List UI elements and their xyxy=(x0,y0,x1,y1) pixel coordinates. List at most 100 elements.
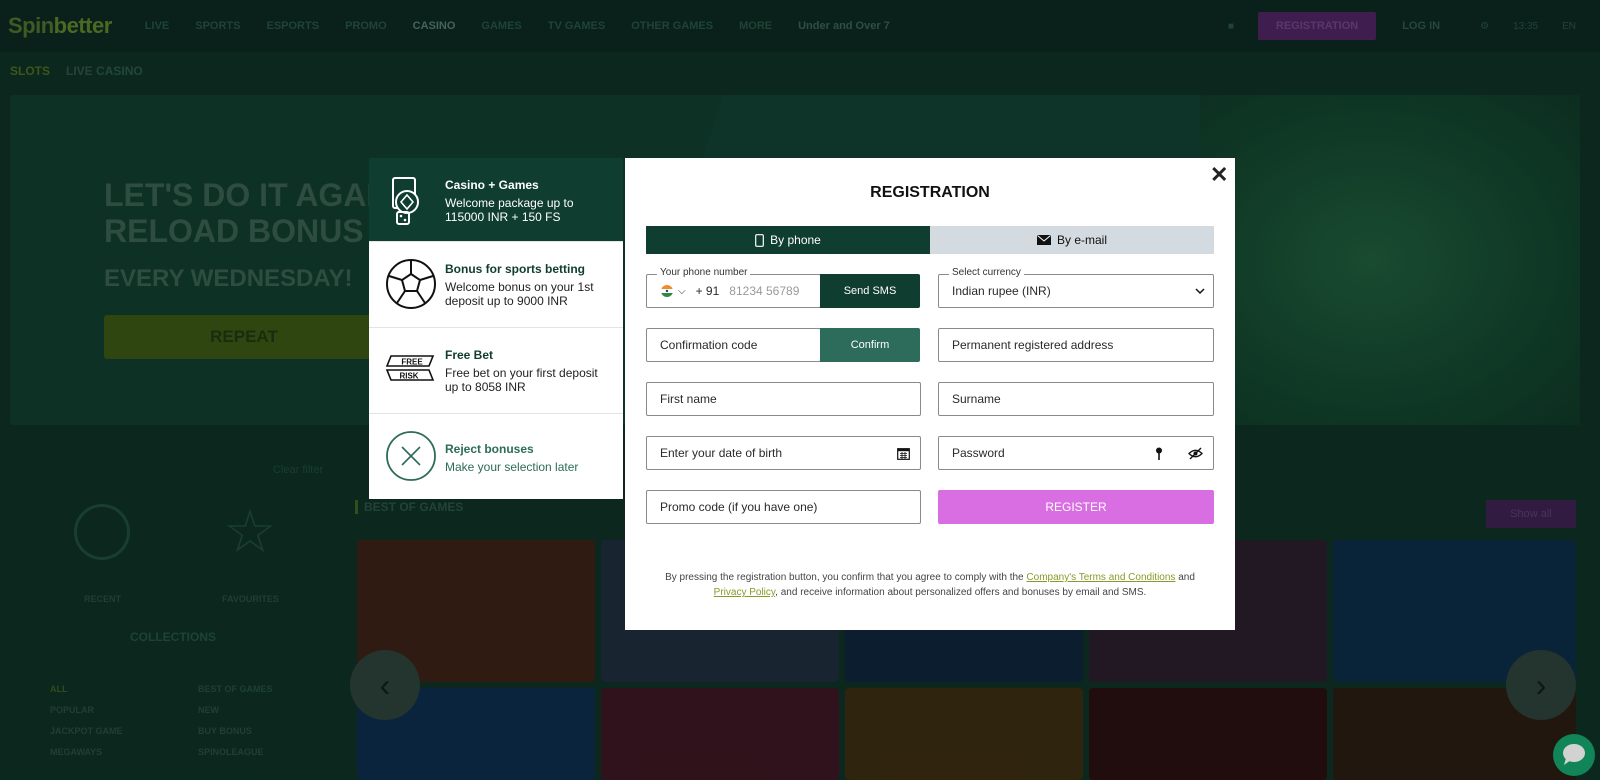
bonus-option-sports[interactable]: Bonus for sports betting Welcome bonus o… xyxy=(369,242,623,328)
collection-megaways[interactable]: MEGAWAYS xyxy=(50,747,102,757)
free-tag: FREE xyxy=(401,358,423,367)
eye-slash-icon[interactable] xyxy=(1188,447,1203,460)
tab-label: By phone xyxy=(770,233,821,247)
bonus-title: Free Bet xyxy=(445,348,494,362)
privacy-policy-link[interactable]: Privacy Policy xyxy=(714,587,776,598)
india-flag-icon xyxy=(661,285,673,297)
collection-spinoleague[interactable]: SPINOLEAGUE xyxy=(198,747,264,757)
confirmation-placeholder: Confirmation code xyxy=(660,338,758,352)
hero-line1: LET'S DO IT AGAI xyxy=(104,177,376,213)
terms-pre: By pressing the registration button, you… xyxy=(665,572,1027,583)
bonus-desc: Make your selection later xyxy=(445,460,579,474)
collection-jackpot[interactable]: JACKPOT GAME xyxy=(50,726,123,736)
bonus-title: Reject bonuses xyxy=(445,442,534,456)
surname-placeholder: Surname xyxy=(952,392,1001,406)
password-placeholder: Password xyxy=(952,446,1005,460)
collection-buy-bonus[interactable]: BUY BONUS xyxy=(198,726,252,736)
nav-promo[interactable]: PROMO xyxy=(345,20,387,32)
page: Spinbetter LIVE SPORTS ESPORTS PROMO CAS… xyxy=(0,0,1600,780)
phone-label: Your phone number xyxy=(657,267,751,278)
hero-repeat-button[interactable]: REPEAT xyxy=(104,315,384,359)
address-input[interactable]: Permanent registered address xyxy=(938,328,1214,362)
bonus-option-reject[interactable]: Reject bonuses Make your selection later xyxy=(369,414,623,500)
dob-input[interactable]: Enter your date of birth xyxy=(646,436,921,470)
clock-time: 13:35 xyxy=(1513,20,1539,32)
nav-other-games[interactable]: OTHER GAMES xyxy=(631,20,713,32)
nav-casino[interactable]: CASINO xyxy=(413,20,456,32)
nav-games[interactable]: GAMES xyxy=(481,20,521,32)
registration-tabs: By phone By e-mail xyxy=(646,226,1214,254)
surname-input[interactable]: Surname xyxy=(938,382,1214,416)
game-tile[interactable] xyxy=(1089,688,1327,780)
first-name-placeholder: First name xyxy=(660,392,717,406)
first-name-input[interactable]: First name xyxy=(646,382,921,416)
recent-icon[interactable] xyxy=(74,504,130,560)
carousel-prev-arrow[interactable]: ‹ xyxy=(350,650,420,720)
collection-all[interactable]: ALL xyxy=(50,684,68,694)
collection-popular[interactable]: POPULAR xyxy=(50,705,94,715)
promo-code-input[interactable]: Promo code (if you have one) xyxy=(646,490,921,524)
hero-line3: EVERY WEDNESDAY! xyxy=(104,265,353,292)
key-icon[interactable] xyxy=(1155,447,1163,461)
nav-sports[interactable]: SPORTS xyxy=(195,20,240,32)
subnav-live-casino[interactable]: LIVE CASINO xyxy=(66,64,143,78)
register-button[interactable]: REGISTER xyxy=(938,490,1214,524)
game-tile[interactable] xyxy=(845,688,1083,780)
nav-esports[interactable]: ESPORTS xyxy=(266,20,319,32)
registration-modal: ✕ REGISTRATION By phone By e-mail Your p… xyxy=(625,158,1235,630)
bonus-option-casino[interactable]: Casino + Games Welcome package up to 115… xyxy=(369,158,623,242)
header-login-button[interactable]: LOG IN xyxy=(1402,20,1440,32)
terms-link[interactable]: Company's Terms and Conditions xyxy=(1026,572,1175,583)
chat-button[interactable] xyxy=(1553,734,1595,776)
currency-label: Select currency xyxy=(949,267,1024,278)
collections-title: COLLECTIONS xyxy=(130,630,216,644)
header-registration-button[interactable]: REGISTRATION xyxy=(1257,12,1377,40)
confirm-button[interactable]: Confirm xyxy=(820,328,920,362)
risk-tag: RISK xyxy=(399,372,418,381)
chat-bubble-icon xyxy=(1563,744,1585,765)
bonus-desc: Free bet on your first deposit up to 805… xyxy=(445,366,598,394)
country-code: + 91 xyxy=(695,284,720,298)
logo[interactable]: Spinbetter xyxy=(8,13,112,39)
chevron-down-icon[interactable]: ⌵ xyxy=(678,286,686,297)
bonus-title: Casino + Games xyxy=(445,178,539,192)
calendar-icon[interactable] xyxy=(897,447,910,460)
bonus-option-freebet[interactable]: FREE RISK Free Bet Free bet on your firs… xyxy=(369,328,623,414)
carousel-next-arrow[interactable]: › xyxy=(1506,650,1576,720)
address-placeholder: Permanent registered address xyxy=(952,338,1114,352)
subnav-slots[interactable]: SLOTS xyxy=(10,64,50,78)
star-icon[interactable]: ☆ xyxy=(222,502,278,562)
password-input[interactable]: Password xyxy=(938,436,1214,470)
collection-best[interactable]: BEST OF GAMES xyxy=(198,684,273,694)
clear-filter[interactable]: Clear filter xyxy=(273,464,323,476)
tab-by-email[interactable]: By e-mail xyxy=(930,226,1214,254)
game-tile[interactable] xyxy=(601,688,839,780)
nav-tv-games[interactable]: TV GAMES xyxy=(548,20,605,32)
send-sms-button[interactable]: Send SMS xyxy=(820,274,920,308)
best-of-games-label: BEST OF GAMES xyxy=(355,500,463,514)
bonus-selection-panel: Casino + Games Welcome package up to 115… xyxy=(369,158,623,499)
tab-by-phone[interactable]: By phone xyxy=(646,226,930,254)
reject-x-icon xyxy=(386,431,436,481)
bonus-desc: Welcome bonus on your 1st deposit up to … xyxy=(445,280,594,308)
confirmation-code-input[interactable]: Confirmation code xyxy=(646,328,821,362)
modal-title: REGISTRATION xyxy=(870,184,990,201)
email-icon xyxy=(1036,235,1051,245)
promo-placeholder: Promo code (if you have one) xyxy=(660,500,818,514)
collection-new[interactable]: NEW xyxy=(198,705,219,715)
currency-select[interactable]: Select currency Indian rupee (INR) xyxy=(938,267,1214,308)
nav-live[interactable]: LIVE xyxy=(145,20,169,32)
phone-field[interactable]: Your phone number ⌵ + 91 81234 56789 xyxy=(646,267,821,308)
recent-label: RECENT xyxy=(84,594,122,604)
show-all-button[interactable]: Show all xyxy=(1486,500,1576,528)
hero-image xyxy=(1200,95,1580,425)
nav-promo-game[interactable]: Under and Over 7 xyxy=(798,20,890,32)
terms-post: , and receive information about personal… xyxy=(775,587,1147,598)
language-select[interactable]: EN xyxy=(1562,21,1576,32)
nav-more[interactable]: MORE xyxy=(739,20,772,32)
top-navbar: Spinbetter LIVE SPORTS ESPORTS PROMO CAS… xyxy=(0,0,1600,52)
settings-icon[interactable]: ⚙ xyxy=(1480,21,1489,32)
hero-line2: RELOAD BONUS 5 xyxy=(104,213,391,249)
terms-text: By pressing the registration button, you… xyxy=(646,570,1214,600)
gift-icon[interactable]: ■ xyxy=(1228,21,1234,32)
